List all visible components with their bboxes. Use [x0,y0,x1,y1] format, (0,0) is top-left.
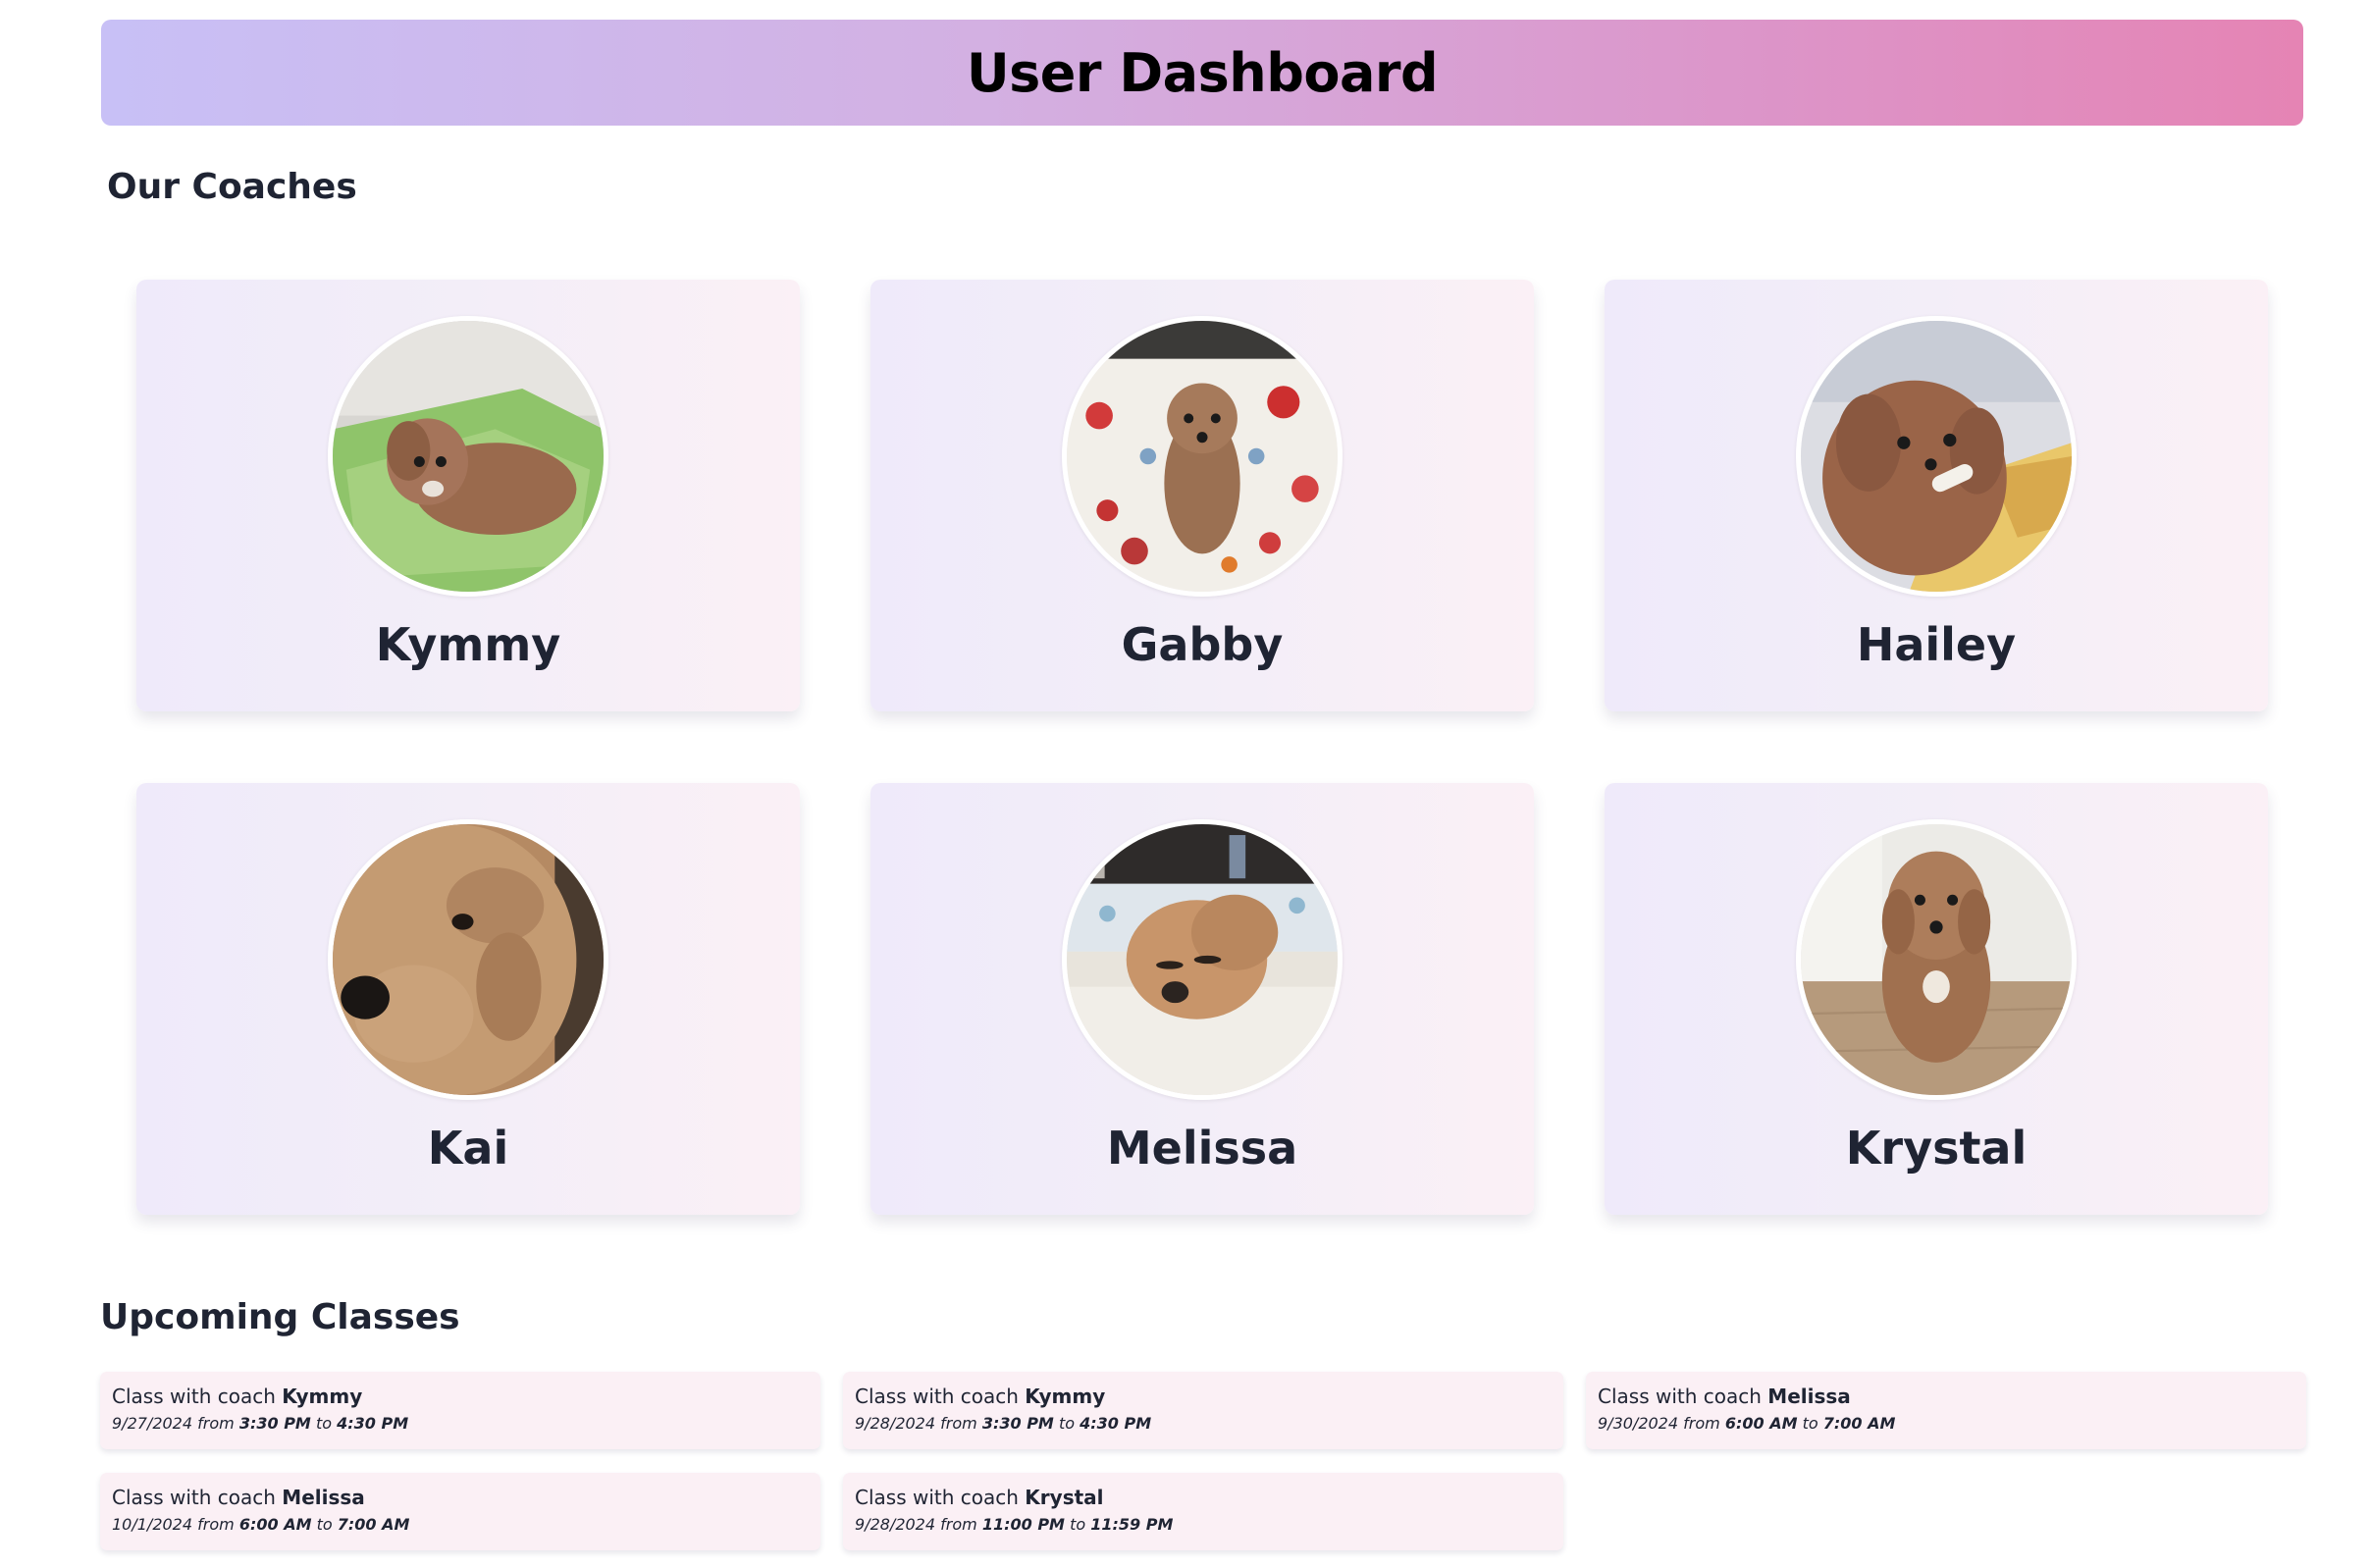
class-coach-name: Kymmy [282,1385,363,1408]
class-date: 9/30/2024 [1598,1414,1679,1433]
class-schedule: 10/1/2024 from 6:00 AM to 7:00 AM [112,1515,809,1534]
class-end-time: 4:30 PM [1080,1414,1152,1433]
class-start-time: 6:00 AM [1724,1414,1798,1433]
class-schedule: 9/27/2024 from 3:30 PM to 4:30 PM [112,1414,809,1433]
from-label: from [197,1515,235,1534]
class-title: Class with coach Melissa [1598,1385,2294,1408]
class-date: 9/28/2024 [855,1414,936,1433]
class-coach-name: Melissa [282,1486,365,1509]
class-start-time: 11:00 PM [981,1515,1065,1534]
class-start-time: 3:30 PM [981,1414,1054,1433]
class-date: 10/1/2024 [112,1515,193,1534]
class-start-time: 3:30 PM [238,1414,311,1433]
coach-card-hailey[interactable]: Hailey [1605,280,2268,711]
class-card[interactable]: Class with coach Kymmy 9/27/2024 from 3:… [100,1372,820,1449]
coach-photo [1796,819,2077,1100]
coach-photo [1062,819,1343,1100]
class-prefix: Class with coach [855,1486,1019,1509]
to-label: to [1070,1515,1086,1534]
classes-section-title: Upcoming Classes [100,1297,460,1337]
coach-grid: Kymmy Gabby Hailey Kai Melissa Krystal [136,280,2269,1215]
coach-photo [1796,316,2077,597]
class-date: 9/28/2024 [855,1515,936,1534]
coach-photo [328,819,608,1100]
class-prefix: Class with coach [112,1385,276,1408]
coach-name: Melissa [1106,1122,1298,1175]
coach-card-krystal[interactable]: Krystal [1605,783,2268,1215]
class-prefix: Class with coach [112,1486,276,1509]
class-end-time: 4:30 PM [337,1414,409,1433]
class-title: Class with coach Melissa [112,1486,809,1509]
coach-name: Kymmy [375,618,561,671]
class-card[interactable]: Class with coach Kymmy 9/28/2024 from 3:… [843,1372,1563,1449]
to-label: to [1058,1414,1075,1433]
class-coach-name: Melissa [1767,1385,1851,1408]
coach-card-melissa[interactable]: Melissa [870,783,1534,1215]
page-title: User Dashboard [966,41,1439,104]
class-title: Class with coach Kymmy [855,1385,1552,1408]
from-label: from [940,1414,977,1433]
coach-name: Kai [427,1122,509,1175]
coach-name: Hailey [1856,618,2017,671]
class-schedule: 9/30/2024 from 6:00 AM to 7:00 AM [1598,1414,2294,1433]
class-prefix: Class with coach [1598,1385,1762,1408]
to-label: to [316,1515,333,1534]
class-title: Class with coach Krystal [855,1486,1552,1509]
user-dashboard-page: User Dashboard Our Coaches Kymmy Gabby H… [0,0,2371,1568]
coach-photo [1062,316,1343,597]
class-end-time: 7:00 AM [337,1515,410,1534]
coach-name: Gabby [1121,618,1284,671]
class-schedule: 9/28/2024 from 3:30 PM to 4:30 PM [855,1414,1552,1433]
from-label: from [1683,1414,1720,1433]
class-card[interactable]: Class with coach Melissa 9/30/2024 from … [1586,1372,2306,1449]
class-end-time: 11:59 PM [1090,1515,1174,1534]
coach-photo [328,316,608,597]
coaches-section-title: Our Coaches [107,167,357,207]
class-coach-name: Krystal [1025,1486,1104,1509]
to-label: to [1802,1414,1818,1433]
coach-name: Krystal [1845,1122,2028,1175]
class-schedule: 9/28/2024 from 11:00 PM to 11:59 PM [855,1515,1552,1534]
from-label: from [940,1515,977,1534]
coach-card-kai[interactable]: Kai [136,783,800,1215]
coach-card-gabby[interactable]: Gabby [870,280,1534,711]
class-list: Class with coach Kymmy 9/27/2024 from 3:… [100,1372,2306,1550]
to-label: to [315,1414,332,1433]
class-date: 9/27/2024 [112,1414,193,1433]
from-label: from [197,1414,235,1433]
class-card[interactable]: Class with coach Krystal 9/28/2024 from … [843,1473,1563,1550]
class-card[interactable]: Class with coach Melissa 10/1/2024 from … [100,1473,820,1550]
class-prefix: Class with coach [855,1385,1019,1408]
class-title: Class with coach Kymmy [112,1385,809,1408]
dashboard-header: User Dashboard [101,20,2303,126]
coach-card-kymmy[interactable]: Kymmy [136,280,800,711]
class-end-time: 7:00 AM [1822,1414,1896,1433]
class-start-time: 6:00 AM [238,1515,312,1534]
class-coach-name: Kymmy [1025,1385,1106,1408]
